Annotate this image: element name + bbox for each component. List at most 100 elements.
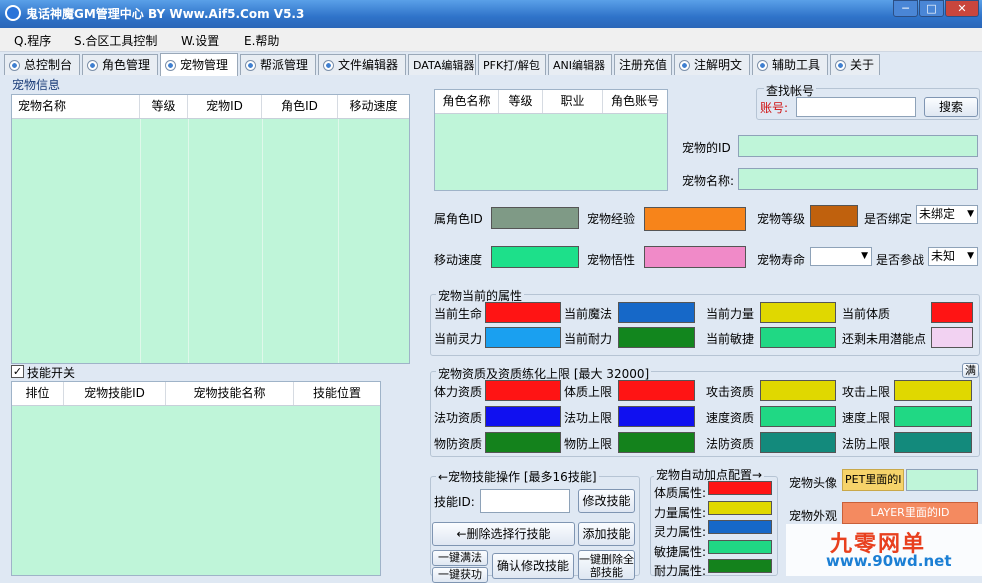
exp-field[interactable]: [644, 207, 746, 231]
col-role-level[interactable]: 等级: [499, 90, 543, 113]
skill-toggle-checkbox[interactable]: ✓: [11, 365, 24, 378]
delete-selected-skill-button[interactable]: ←删除选择行技能: [432, 522, 575, 546]
col-pet-id[interactable]: 宠物ID: [188, 95, 262, 118]
tab-file-editor[interactable]: 文件编辑器: [318, 54, 406, 75]
col-skill-id[interactable]: 宠物技能ID: [64, 382, 166, 405]
pet-id-field[interactable]: [738, 135, 978, 157]
col-rank[interactable]: 排位: [12, 382, 64, 405]
pet-list-header: 宠物名称 等级 宠物ID 角色ID 移动速度: [12, 95, 409, 119]
level-field[interactable]: [810, 205, 858, 227]
menu-merge-tools[interactable]: S.合区工具控制: [74, 32, 157, 49]
add-skill-button[interactable]: 添加技能: [578, 522, 635, 546]
current-attr-field-7[interactable]: [931, 327, 973, 348]
col-pet-name[interactable]: 宠物名称: [12, 95, 140, 118]
owner-id-label: 属角色ID: [434, 212, 483, 226]
minimize-button[interactable]: ─: [893, 0, 918, 17]
current-attr-field-1[interactable]: [618, 302, 695, 323]
col-skill-name[interactable]: 宠物技能名称: [166, 382, 294, 405]
auto-point-field-4[interactable]: [708, 559, 772, 573]
auto-point-label-0: 体质属性:: [654, 486, 707, 500]
col-role-class[interactable]: 职业: [543, 90, 603, 113]
aptitude-field-11[interactable]: [894, 432, 972, 453]
radio-icon: [9, 59, 20, 71]
skill-ops-label: ←宠物技能操作 [最多16技能]: [436, 468, 599, 485]
current-attr-field-4[interactable]: [485, 327, 561, 348]
col-move-speed[interactable]: 移动速度: [338, 95, 409, 118]
life-select[interactable]: ▼: [810, 247, 872, 266]
tab-register-recharge[interactable]: 注册充值: [614, 54, 672, 75]
owner-id-field[interactable]: [491, 207, 579, 229]
aptitude-field-10[interactable]: [760, 432, 836, 453]
skill-id-input[interactable]: [480, 489, 570, 513]
one-click-learn-button[interactable]: 一键获功: [432, 567, 488, 583]
pet-name-field[interactable]: [738, 168, 978, 190]
role-table[interactable]: 角色名称 等级 职业 角色账号: [434, 89, 668, 191]
aptitude-field-6[interactable]: [760, 406, 836, 427]
aptitude-field-2[interactable]: [760, 380, 836, 401]
one-click-full-button[interactable]: 一键满法: [432, 550, 488, 566]
col-skill-pos[interactable]: 技能位置: [294, 382, 380, 405]
col-level[interactable]: 等级: [140, 95, 188, 118]
modify-skill-button[interactable]: 修改技能: [578, 489, 635, 513]
current-attr-field-5[interactable]: [618, 327, 695, 348]
current-attr-field-0[interactable]: [485, 302, 561, 323]
tab-aux-tools[interactable]: 辅助工具: [752, 54, 828, 75]
current-attr-field-6[interactable]: [760, 327, 836, 348]
current-attr-field-2[interactable]: [760, 302, 836, 323]
tab-data-editor[interactable]: DATA编辑器: [408, 54, 476, 75]
current-attr-label-4: 当前灵力: [434, 332, 483, 346]
pet-info-label: 宠物信息: [12, 78, 61, 92]
speed-field[interactable]: [491, 246, 579, 268]
tab-guilds[interactable]: 帮派管理: [240, 54, 316, 75]
aptitude-field-0[interactable]: [485, 380, 561, 401]
auto-point-label-2: 灵力属性:: [654, 525, 707, 539]
look-field[interactable]: LAYER里面的ID: [842, 502, 978, 524]
col-role-name[interactable]: 角色名称: [435, 90, 499, 113]
avatar-field[interactable]: PET里面的I: [842, 469, 904, 491]
bound-select[interactable]: 未绑定 ▼: [916, 205, 978, 224]
close-button[interactable]: ✕: [945, 0, 979, 17]
confirm-modify-skill-button[interactable]: 确认修改技能: [492, 553, 574, 579]
aptitude-field-1[interactable]: [618, 380, 695, 401]
menu-settings[interactable]: W.设置: [181, 32, 219, 49]
avatar-extra-field[interactable]: [906, 469, 978, 491]
tab-ani-editor[interactable]: ANI编辑器: [548, 54, 612, 75]
tab-console[interactable]: 总控制台: [4, 54, 80, 75]
tab-pets[interactable]: 宠物管理: [160, 53, 238, 76]
menu-program[interactable]: Q.程序: [14, 32, 51, 49]
radio-icon: [165, 59, 176, 71]
auto-point-field-0[interactable]: [708, 481, 772, 495]
tab-annotation[interactable]: 注解明文: [674, 54, 750, 75]
aptitude-field-8[interactable]: [485, 432, 561, 453]
auto-point-field-1[interactable]: [708, 500, 772, 515]
skill-list-table[interactable]: 排位 宠物技能ID 宠物技能名称 技能位置: [11, 381, 381, 576]
current-attr-label-5: 当前耐力: [564, 332, 613, 346]
pet-name-label: 宠物名称:: [682, 174, 735, 188]
aptitude-field-3[interactable]: [894, 380, 972, 401]
aptitude-field-9[interactable]: [618, 432, 695, 453]
maximize-button[interactable]: □: [919, 0, 944, 17]
battle-label: 是否参战: [876, 253, 925, 267]
col-role-account[interactable]: 角色账号: [603, 90, 667, 113]
col-role-id[interactable]: 角色ID: [262, 95, 338, 118]
radio-icon: [245, 59, 256, 71]
aptitude-field-7[interactable]: [894, 406, 972, 427]
menu-help[interactable]: E.帮助: [244, 32, 279, 49]
search-button[interactable]: 搜索: [924, 97, 978, 117]
tab-roles[interactable]: 角色管理: [82, 54, 158, 75]
skill-list-header: 排位 宠物技能ID 宠物技能名称 技能位置: [12, 382, 380, 406]
pet-list-table[interactable]: 宠物名称 等级 宠物ID 角色ID 移动速度: [11, 94, 410, 364]
max-aptitude-button[interactable]: 满: [962, 363, 979, 378]
look-label: 宠物外观: [789, 509, 838, 523]
tab-about[interactable]: 关于: [830, 54, 880, 75]
current-attr-field-3[interactable]: [931, 302, 973, 323]
savvy-field[interactable]: [644, 246, 746, 268]
battle-select[interactable]: 未知 ▼: [928, 247, 978, 266]
current-attr-label-6: 当前敏捷: [706, 332, 755, 346]
tab-pfk-pack[interactable]: PFK打/解包: [478, 54, 546, 75]
auto-point-field-3[interactable]: [708, 539, 772, 554]
account-input[interactable]: [796, 97, 916, 117]
aptitude-field-4[interactable]: [485, 406, 561, 427]
aptitude-field-5[interactable]: [618, 406, 695, 427]
auto-point-field-2[interactable]: [708, 520, 772, 534]
